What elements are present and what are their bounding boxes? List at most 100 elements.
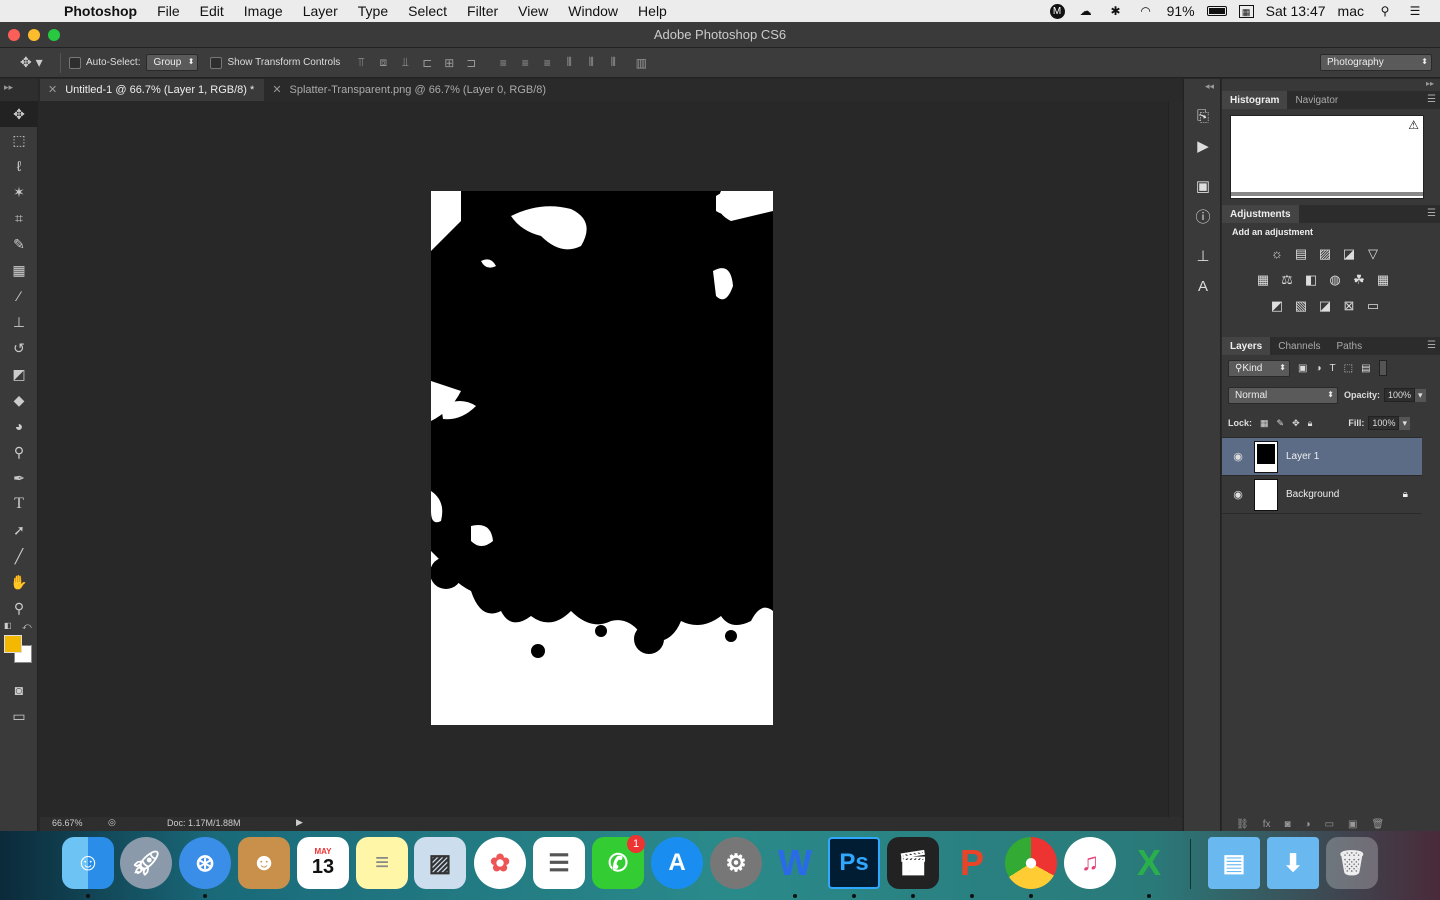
tab-untitled-1[interactable]: ✕ Untitled-1 @ 66.7% (Layer 1, RGB/8) * (40, 79, 265, 101)
menu-view[interactable]: View (508, 3, 558, 19)
character-panel-icon[interactable]: A (1184, 271, 1222, 301)
system-preferences-app-icon[interactable]: ⚙ (710, 837, 762, 889)
vibrance-icon[interactable]: ▽ (1364, 245, 1382, 263)
line-tool-icon[interactable]: ╱ (0, 543, 38, 569)
show-transform-checkbox[interactable] (210, 56, 223, 69)
bluetooth-icon[interactable]: ✱ (1107, 4, 1125, 18)
layer-row-layer-1[interactable]: ◉ Layer 1 (1222, 438, 1422, 476)
photoshop-app-icon[interactable]: Ps (828, 837, 880, 889)
warning-icon[interactable]: ⚠ (1408, 118, 1419, 132)
cloud-icon[interactable]: ☁ (1077, 4, 1095, 18)
auto-select-checkbox[interactable] (69, 56, 81, 69)
distribute-top-icon[interactable]: ≡ (492, 56, 514, 70)
link-layers-icon[interactable]: ⛓ (1236, 819, 1249, 831)
notes-app-icon[interactable]: ≡ (356, 837, 408, 889)
move-tool-icon[interactable]: ✥ (0, 101, 38, 127)
filter-pixel-icon[interactable]: ▣ (1298, 363, 1307, 374)
final-cut-pro-app-icon[interactable]: 🎬︎ (887, 837, 939, 889)
tab-adjustments[interactable]: Adjustments (1222, 205, 1299, 223)
black-white-icon[interactable]: ◧ (1302, 271, 1320, 289)
chrome-app-icon[interactable]: ● (1005, 837, 1057, 889)
foreground-color-swatch[interactable] (4, 635, 22, 653)
lasso-tool-icon[interactable]: ℓ (0, 153, 38, 179)
distribute-bottom-icon[interactable]: ≡ (536, 56, 558, 70)
color-lookup-icon[interactable]: ▦ (1374, 271, 1392, 289)
clone-stamp-tool-icon[interactable]: ⊥ (0, 309, 38, 335)
dodge-tool-icon[interactable]: ⚲ (0, 439, 38, 465)
history-brush-tool-icon[interactable]: ↺ (0, 335, 38, 361)
photo-filter-icon[interactable]: ◍ (1326, 271, 1344, 289)
paragraph-panel-icon[interactable]: ⊥ (1184, 241, 1222, 271)
path-selection-tool-icon[interactable]: ➚ (0, 517, 38, 543)
auto-align-icon[interactable]: ▥ (630, 56, 652, 70)
opacity-value[interactable]: 100% (1384, 388, 1416, 402)
move-tool-preset-icon[interactable]: ✥ ▾ (0, 54, 60, 71)
reminders-app-icon[interactable]: ☰ (533, 837, 585, 889)
screen-mode-icon[interactable]: ▭ (0, 703, 38, 729)
curves-icon[interactable]: ▨ (1316, 245, 1334, 263)
workspace-dropdown[interactable]: Photography (1320, 54, 1432, 71)
panels-collapse-icon[interactable]: ▸▸ (1222, 79, 1440, 91)
status-menu-arrow-icon[interactable]: ▶ (296, 817, 303, 828)
filter-smart-object-icon[interactable]: ▤ (1361, 363, 1370, 374)
align-hcenter-icon[interactable]: ⊞ (438, 56, 460, 70)
tab-histogram[interactable]: Histogram (1222, 91, 1288, 109)
excel-app-icon[interactable]: X (1123, 837, 1175, 889)
launchpad-app-icon[interactable]: 🚀︎ (120, 837, 172, 889)
zoom-level[interactable]: 66.67% (52, 818, 83, 828)
itunes-app-icon[interactable]: ♫ (1064, 837, 1116, 889)
visibility-eye-icon[interactable]: ◉ (1222, 450, 1254, 463)
fill-arrow-icon[interactable]: ▾ (1399, 416, 1410, 430)
brush-tool-icon[interactable]: ∕ (0, 283, 38, 309)
adjustment-layer-icon[interactable]: ◑ (1305, 819, 1311, 831)
trash-icon[interactable]: 🗑︎ (1326, 837, 1378, 889)
layer-row-background[interactable]: ◉ Background 🔒︎ (1222, 476, 1422, 514)
eyedropper-tool-icon[interactable]: ✎ (0, 231, 38, 257)
tab-layers[interactable]: Layers (1222, 337, 1271, 355)
wifi-icon[interactable]: ◠ (1137, 4, 1155, 18)
distribute-vcenter-icon[interactable]: ≡ (514, 56, 536, 70)
fill-value[interactable]: 100% (1368, 416, 1400, 430)
hue-saturation-icon[interactable]: ▦ (1254, 271, 1272, 289)
menu-layer[interactable]: Layer (293, 3, 348, 19)
properties-panel-icon[interactable]: ▣ (1184, 171, 1222, 201)
type-tool-icon[interactable]: T (0, 491, 38, 517)
filter-adjustment-icon[interactable]: ◑ (1315, 363, 1321, 374)
lock-transparent-icon[interactable]: ▦ (1260, 418, 1269, 429)
menu-edit[interactable]: Edit (190, 3, 234, 19)
color-balance-icon[interactable]: ⚖ (1278, 271, 1296, 289)
magic-wand-tool-icon[interactable]: ✶ (0, 179, 38, 205)
info-panel-icon[interactable]: ⓘ (1184, 201, 1222, 231)
auto-select-dropdown[interactable]: Group (146, 54, 199, 71)
powerpoint-app-icon[interactable]: P (946, 837, 998, 889)
gradient-map-icon[interactable]: ▭ (1364, 297, 1382, 315)
vertical-scrollbar[interactable] (1168, 101, 1182, 817)
preview-app-icon[interactable]: ▨ (414, 837, 466, 889)
menu-help[interactable]: Help (628, 3, 677, 19)
align-bottom-icon[interactable]: ⫫ (394, 55, 416, 70)
filter-type-icon[interactable]: T (1330, 363, 1336, 374)
documents-folder-icon[interactable]: ▤ (1208, 837, 1260, 889)
new-layer-icon[interactable]: ▣ (1348, 819, 1357, 831)
lock-position-icon[interactable]: ✥ (1292, 418, 1300, 429)
distribute-left-icon[interactable]: ⦀ (558, 55, 580, 70)
notification-center-icon[interactable]: ☰ (1406, 4, 1424, 18)
distribute-hcenter-icon[interactable]: ⦀ (580, 55, 602, 70)
pen-tool-icon[interactable]: ✒ (0, 465, 38, 491)
threshold-icon[interactable]: ◪ (1316, 297, 1334, 315)
align-left-icon[interactable]: ⊏ (416, 56, 438, 70)
marquee-tool-icon[interactable]: ⬚ (0, 127, 38, 153)
calendar-app-icon[interactable]: MAY 13 (297, 837, 349, 889)
photos-app-icon[interactable]: ✿ (474, 837, 526, 889)
filter-shape-icon[interactable]: ⬚ (1344, 363, 1353, 374)
selective-color-icon[interactable]: ⊠ (1340, 297, 1358, 315)
zoom-tool-icon[interactable]: ⚲ (0, 595, 38, 621)
kind-filter-dropdown[interactable]: ⚲Kind (1228, 359, 1290, 377)
downloads-folder-icon[interactable]: ⬇ (1267, 837, 1319, 889)
quick-mask-icon[interactable]: ◙ (0, 677, 38, 703)
layer-name[interactable]: Background (1286, 489, 1339, 500)
canvas-workspace[interactable] (40, 101, 1168, 817)
clock[interactable]: Sat 13:47 (1266, 3, 1326, 19)
layer-mask-icon[interactable]: ◙ (1284, 819, 1290, 831)
new-group-icon[interactable]: ▭ (1325, 819, 1334, 831)
